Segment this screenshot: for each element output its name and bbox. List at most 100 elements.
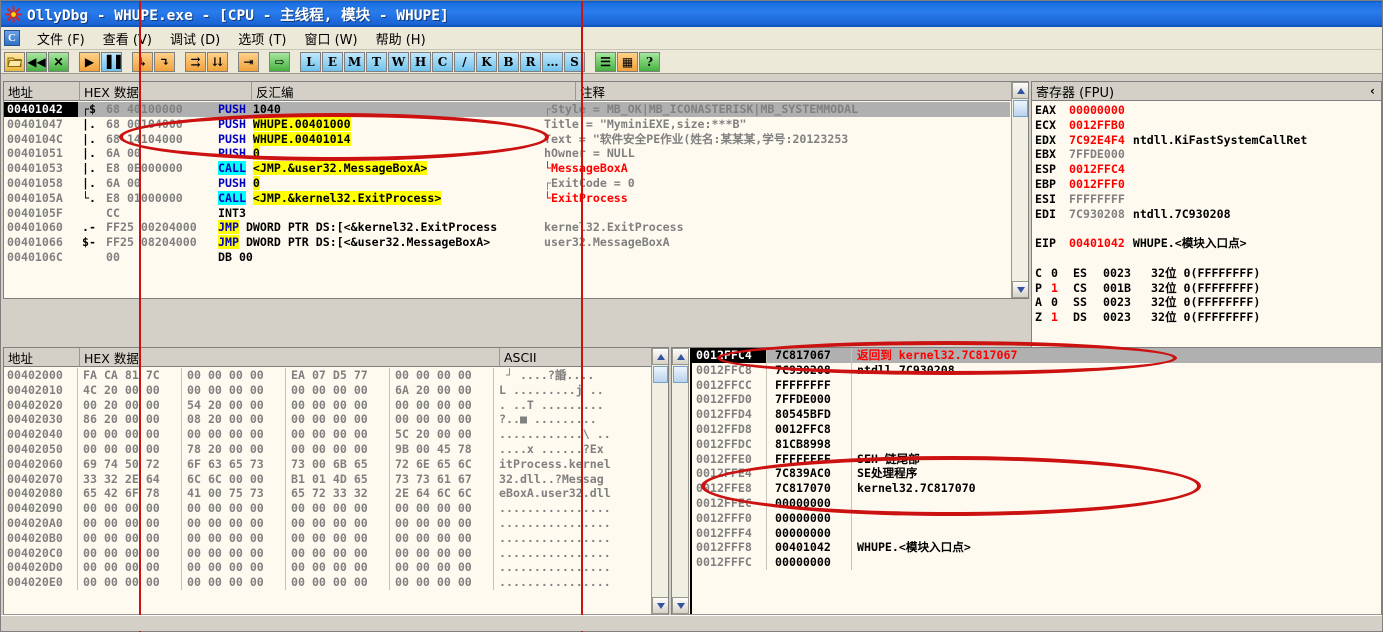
memory-map-button[interactable]: M (344, 52, 365, 72)
menu-view[interactable]: 查看 (V) (94, 27, 161, 50)
table-row[interactable]: 0012FFDC 81CB8998 (692, 437, 1381, 452)
executable-modules-button[interactable]: E (322, 52, 343, 72)
call-stack-button[interactable]: K (476, 52, 497, 72)
handles-button[interactable]: H (410, 52, 431, 72)
table-row[interactable]: 0012FFEC 00000000 (692, 496, 1381, 511)
execute-till-return-button[interactable]: ⇥ (238, 52, 259, 72)
table-row[interactable]: 00402010 4C 20 00 0000 00 00 0000 00 00 … (4, 383, 650, 398)
stack-scroll-up-icon[interactable] (672, 348, 689, 365)
table-row[interactable]: 0040106C 00 DB 00 (4, 250, 1010, 265)
disassembly-scrollbar[interactable] (1011, 82, 1028, 298)
table-row[interactable]: 00402050 00 00 00 0078 20 00 0000 00 00 … (4, 442, 650, 457)
table-row[interactable]: 00401066 $- FF25 08204000 JMP DWORD PTR … (4, 235, 1010, 250)
register-row[interactable]: EDX 7C92E4F4 ntdll.KiFastSystemCallRet (1035, 133, 1379, 148)
flag-row[interactable]: Z 1 DS 0023 32位 0(FFFFFFFF) (1035, 310, 1379, 325)
table-row[interactable]: 00402060 69 74 50 726F 63 65 7373 00 6B … (4, 457, 650, 472)
stack-scrollbar[interactable] (672, 348, 689, 614)
table-row[interactable]: 0012FFD4 80545BFD (692, 407, 1381, 422)
table-row[interactable]: 00402020 00 20 00 0054 20 00 0000 00 00 … (4, 398, 650, 413)
flag-row[interactable]: A 0 SS 0023 32位 0(FFFFFFFF) (1035, 295, 1379, 310)
system-menu-icon[interactable]: C (4, 30, 20, 46)
menu-options[interactable]: 选项 (T) (229, 27, 295, 50)
register-row[interactable]: EBP 0012FFF0 (1035, 177, 1379, 192)
table-row[interactable]: 0012FFF0 00000000 (692, 511, 1381, 526)
flag-row[interactable]: P 1 CS 001B 32位 0(FFFFFFFF) (1035, 281, 1379, 296)
table-row[interactable]: 00402070 33 32 2E 646C 6C 00 00B1 01 4D … (4, 472, 650, 487)
table-row[interactable]: 0012FFC4 7C817067 返回到 kernel32.7C817067 (692, 348, 1381, 363)
disassembly-rows[interactable]: 00401042 ┌$ 68 40100000 PUSH 1040 ┌Style… (4, 102, 1010, 298)
table-row[interactable]: 00401053 |. E8 0E000000 CALL <JMP.&user3… (4, 161, 1010, 176)
table-row[interactable]: 0012FFF4 00000000 (692, 526, 1381, 541)
dump-scroll-up-icon[interactable] (652, 348, 669, 365)
table-row[interactable]: 004020D0 00 00 00 0000 00 00 0000 00 00 … (4, 560, 650, 575)
menu-file[interactable]: 文件 (F) (28, 27, 94, 50)
menu-help[interactable]: 帮助 (H) (367, 27, 435, 50)
register-row[interactable]: EBX 7FFDE000 (1035, 147, 1379, 162)
dump-col-header-hex[interactable]: HEX 数据 (80, 348, 500, 367)
restart-button[interactable]: ◀◀ (26, 52, 47, 72)
table-row[interactable]: 00402030 86 20 00 0008 20 00 0000 00 00 … (4, 412, 650, 427)
dump-scroll-down-icon[interactable] (652, 597, 669, 614)
disassembly-scroll-thumb[interactable] (1013, 100, 1028, 117)
close-program-button[interactable]: ✕ (48, 52, 69, 72)
threads-button[interactable]: T (366, 52, 387, 72)
table-row[interactable]: 0012FFCC FFFFFFFF (692, 378, 1381, 393)
trace-over-button[interactable]: ⇊ (207, 52, 228, 72)
table-row[interactable]: 0012FFD8 0012FFC8 (692, 422, 1381, 437)
cpu-button[interactable]: C (432, 52, 453, 72)
scroll-up-icon[interactable] (1012, 82, 1029, 99)
run-button[interactable]: ▶ (79, 52, 100, 72)
references-button[interactable]: R (520, 52, 541, 72)
table-row[interactable]: 004020C0 00 00 00 0000 00 00 0000 00 00 … (4, 546, 650, 561)
register-row[interactable]: EDI 7C930208 ntdll.7C930208 (1035, 207, 1379, 222)
appearance-button[interactable]: ▦ (617, 52, 638, 72)
options-list-button[interactable]: ☰ (595, 52, 616, 72)
table-row[interactable]: 004020E0 00 00 00 0000 00 00 0000 00 00 … (4, 575, 650, 590)
windows-button[interactable]: W (388, 52, 409, 72)
source-button[interactable]: S (564, 52, 585, 72)
dump-scrollbar[interactable] (651, 348, 668, 614)
col-header-comment[interactable]: 注释 (576, 82, 1028, 101)
breakpoints-button[interactable]: B (498, 52, 519, 72)
col-header-address[interactable]: 地址 (4, 82, 80, 101)
log-window-button[interactable]: L (300, 52, 321, 72)
register-row[interactable]: ECX 0012FFB0 (1035, 118, 1379, 133)
dump-rows[interactable]: 00402000 FA CA 81 7C00 00 00 00EA 07 D5 … (4, 368, 650, 614)
table-row[interactable]: 00402040 00 00 00 0000 00 00 0000 00 00 … (4, 427, 650, 442)
stack-rows[interactable]: 0012FFC4 7C817067 返回到 kernel32.7C817067 … (690, 348, 1381, 614)
pause-button[interactable]: ▐▐ (101, 52, 122, 72)
register-row[interactable]: EIP 00401042 WHUPE.<模块入口点> (1035, 236, 1379, 251)
table-row[interactable]: 0040104C |. 68 14104000 PUSH WHUPE.00401… (4, 132, 1010, 147)
table-row[interactable]: 0012FFFC 00000000 (692, 555, 1381, 570)
menu-window[interactable]: 窗口 (W) (295, 27, 366, 50)
run-trace-button[interactable]: … (542, 52, 563, 72)
table-row[interactable]: 004020A0 00 00 00 0000 00 00 0000 00 00 … (4, 516, 650, 531)
table-row[interactable]: 004020B0 00 00 00 0000 00 00 0000 00 00 … (4, 531, 650, 546)
register-row[interactable]: EAX 00000000 (1035, 103, 1379, 118)
step-into-button[interactable]: ↳ (132, 52, 153, 72)
registers-rows[interactable]: EAX 00000000 ECX 0012FFB0 EDX 7C92E4F4 n… (1035, 103, 1379, 325)
stack-scroll-down-icon[interactable] (672, 597, 689, 614)
go-to-button[interactable]: ⇨ (269, 52, 290, 72)
table-row[interactable]: 0012FFD0 7FFDE000 (692, 392, 1381, 407)
register-row[interactable]: ESP 0012FFC4 (1035, 162, 1379, 177)
scroll-down-icon[interactable] (1012, 281, 1029, 298)
stack-scroll-thumb[interactable] (673, 366, 688, 383)
col-header-disasm[interactable]: 反汇编 (252, 82, 576, 101)
register-row[interactable]: ESI FFFFFFFF (1035, 192, 1379, 207)
table-row[interactable]: 0012FFF8 00401042 WHUPE.<模块入口点> (692, 540, 1381, 555)
trace-into-button[interactable]: ⇉ (185, 52, 206, 72)
table-row[interactable]: 0040105A └. E8 01000000 CALL <JMP.&kerne… (4, 191, 1010, 206)
table-row[interactable]: 0040105F CC INT3 (4, 206, 1010, 221)
table-row[interactable]: 00401047 |. 68 00104000 PUSH WHUPE.00401… (4, 117, 1010, 132)
table-row[interactable]: 00401060 .- FF25 00204000 JMP DWORD PTR … (4, 220, 1010, 235)
help-button[interactable]: ? (639, 52, 660, 72)
dump-col-header-ascii[interactable]: ASCII (500, 348, 668, 367)
table-row[interactable]: 0012FFE4 7C839AC0 SE处理程序 (692, 466, 1381, 481)
table-row[interactable]: 00401058 |. 6A 00 PUSH 0 ┌ExitCode = 0 (4, 176, 1010, 191)
table-row[interactable]: 00402090 00 00 00 0000 00 00 0000 00 00 … (4, 501, 650, 516)
open-file-button[interactable] (4, 52, 25, 72)
col-header-hexdata[interactable]: HEX 数据 (80, 82, 252, 101)
dump-col-header-address[interactable]: 地址 (4, 348, 80, 367)
table-row[interactable]: 0012FFE8 7C817070 kernel32.7C817070 (692, 481, 1381, 496)
